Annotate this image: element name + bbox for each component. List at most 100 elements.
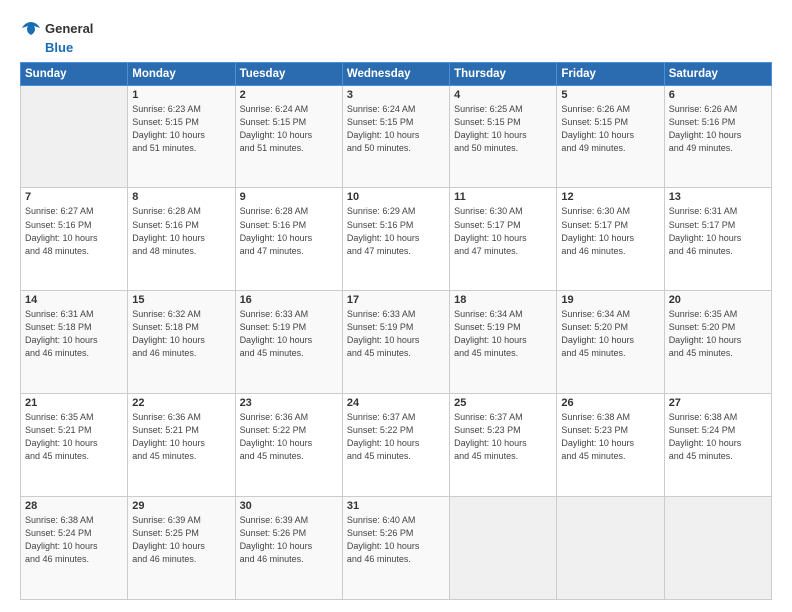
day-number: 14	[25, 294, 123, 306]
calendar-cell: 20 Sunrise: 6:35 AMSunset: 5:20 PMDayligh…	[664, 291, 771, 394]
day-info: Sunrise: 6:35 AMSunset: 5:20 PMDaylight:…	[669, 308, 767, 360]
day-number: 30	[240, 500, 338, 512]
day-info: Sunrise: 6:32 AMSunset: 5:18 PMDaylight:…	[132, 308, 230, 360]
weekday-header-row: SundayMondayTuesdayWednesdayThursdayFrid…	[21, 62, 772, 85]
logo-bird-icon	[20, 18, 42, 40]
day-info: Sunrise: 6:33 AMSunset: 5:19 PMDaylight:…	[347, 308, 445, 360]
day-number: 23	[240, 397, 338, 409]
week-row-1: 1 Sunrise: 6:23 AMSunset: 5:15 PMDaylight…	[21, 85, 772, 188]
week-row-3: 14 Sunrise: 6:31 AMSunset: 5:18 PMDayligh…	[21, 291, 772, 394]
day-info: Sunrise: 6:24 AMSunset: 5:15 PMDaylight:…	[240, 103, 338, 155]
day-info: Sunrise: 6:35 AMSunset: 5:21 PMDaylight:…	[25, 411, 123, 463]
day-number: 11	[454, 191, 552, 203]
calendar-cell: 6 Sunrise: 6:26 AMSunset: 5:16 PMDaylight…	[664, 85, 771, 188]
day-info: Sunrise: 6:36 AMSunset: 5:22 PMDaylight:…	[240, 411, 338, 463]
day-number: 3	[347, 89, 445, 101]
day-number: 17	[347, 294, 445, 306]
weekday-header-sunday: Sunday	[21, 62, 128, 85]
week-row-5: 28Sunrise: 6:38 AMSunset: 5:24 PMDayligh…	[21, 497, 772, 600]
calendar-cell: 1 Sunrise: 6:23 AMSunset: 5:15 PMDaylight…	[128, 85, 235, 188]
calendar-cell: 5 Sunrise: 6:26 AMSunset: 5:15 PMDaylight…	[557, 85, 664, 188]
day-info: Sunrise: 6:30 AMSunset: 5:17 PMDaylight:…	[454, 205, 552, 257]
day-number: 20	[669, 294, 767, 306]
weekday-header-monday: Monday	[128, 62, 235, 85]
day-info: Sunrise: 6:31 AMSunset: 5:17 PMDaylight:…	[669, 205, 767, 257]
calendar-cell: 22 Sunrise: 6:36 AMSunset: 5:21 PMDayligh…	[128, 394, 235, 497]
day-info: Sunrise: 6:26 AMSunset: 5:15 PMDaylight:…	[561, 103, 659, 155]
calendar-cell: 27 Sunrise: 6:38 AMSunset: 5:24 PMDayligh…	[664, 394, 771, 497]
day-number: 29	[132, 500, 230, 512]
day-info: Sunrise: 6:28 AMSunset: 5:16 PMDaylight:…	[240, 205, 338, 257]
calendar-cell: 24Sunrise: 6:37 AMSunset: 5:22 PMDayligh…	[342, 394, 449, 497]
calendar-cell: 12 Sunrise: 6:30 AMSunset: 5:17 PMDayligh…	[557, 188, 664, 291]
calendar-cell: 29 Sunrise: 6:39 AMSunset: 5:25 PMDayligh…	[128, 497, 235, 600]
day-number: 10	[347, 191, 445, 203]
day-info: Sunrise: 6:39 AMSunset: 5:25 PMDaylight:…	[132, 514, 230, 566]
calendar-cell: 23 Sunrise: 6:36 AMSunset: 5:22 PMDayligh…	[235, 394, 342, 497]
day-info: Sunrise: 6:23 AMSunset: 5:15 PMDaylight:…	[132, 103, 230, 155]
day-info: Sunrise: 6:37 AMSunset: 5:23 PMDaylight:…	[454, 411, 552, 463]
day-number: 7	[25, 191, 123, 203]
day-number: 8	[132, 191, 230, 203]
page: General Blue SundayMondayTuesdayWednesda…	[0, 0, 792, 612]
day-info: Sunrise: 6:26 AMSunset: 5:16 PMDaylight:…	[669, 103, 767, 155]
day-number: 13	[669, 191, 767, 203]
weekday-header-friday: Friday	[557, 62, 664, 85]
day-number: 6	[669, 89, 767, 101]
logo: General Blue	[20, 18, 93, 56]
day-number: 28	[25, 500, 123, 512]
calendar-cell: 16 Sunrise: 6:33 AMSunset: 5:19 PMDayligh…	[235, 291, 342, 394]
day-info: Sunrise: 6:24 AMSunset: 5:15 PMDaylight:…	[347, 103, 445, 155]
day-number: 5	[561, 89, 659, 101]
header: General Blue	[20, 18, 772, 56]
weekday-header-wednesday: Wednesday	[342, 62, 449, 85]
calendar-cell: 18Sunrise: 6:34 AMSunset: 5:19 PMDayligh…	[450, 291, 557, 394]
day-number: 9	[240, 191, 338, 203]
calendar-cell	[557, 497, 664, 600]
calendar-cell: 25 Sunrise: 6:37 AMSunset: 5:23 PMDayligh…	[450, 394, 557, 497]
calendar-cell: 17 Sunrise: 6:33 AMSunset: 5:19 PMDayligh…	[342, 291, 449, 394]
calendar-cell	[664, 497, 771, 600]
calendar-cell: 31Sunrise: 6:40 AMSunset: 5:26 PMDayligh…	[342, 497, 449, 600]
day-number: 2	[240, 89, 338, 101]
day-info: Sunrise: 6:38 AMSunset: 5:23 PMDaylight:…	[561, 411, 659, 463]
day-number: 1	[132, 89, 230, 101]
day-info: Sunrise: 6:33 AMSunset: 5:19 PMDaylight:…	[240, 308, 338, 360]
week-row-2: 7Sunrise: 6:27 AMSunset: 5:16 PMDaylight…	[21, 188, 772, 291]
weekday-header-thursday: Thursday	[450, 62, 557, 85]
logo-blue: Blue	[45, 40, 73, 56]
calendar-cell: 10 Sunrise: 6:29 AMSunset: 5:16 PMDayligh…	[342, 188, 449, 291]
day-number: 31	[347, 500, 445, 512]
calendar-cell: 28Sunrise: 6:38 AMSunset: 5:24 PMDayligh…	[21, 497, 128, 600]
day-number: 16	[240, 294, 338, 306]
calendar-cell: 26Sunrise: 6:38 AMSunset: 5:23 PMDayligh…	[557, 394, 664, 497]
calendar-cell: 30Sunrise: 6:39 AMSunset: 5:26 PMDayligh…	[235, 497, 342, 600]
calendar-cell	[21, 85, 128, 188]
day-info: Sunrise: 6:25 AMSunset: 5:15 PMDaylight:…	[454, 103, 552, 155]
day-number: 24	[347, 397, 445, 409]
calendar-cell: 8Sunrise: 6:28 AMSunset: 5:16 PMDaylight…	[128, 188, 235, 291]
calendar-cell: 15Sunrise: 6:32 AMSunset: 5:18 PMDayligh…	[128, 291, 235, 394]
day-number: 12	[561, 191, 659, 203]
logo-container: General Blue	[20, 18, 93, 56]
weekday-header-saturday: Saturday	[664, 62, 771, 85]
day-number: 22	[132, 397, 230, 409]
day-info: Sunrise: 6:36 AMSunset: 5:21 PMDaylight:…	[132, 411, 230, 463]
day-info: Sunrise: 6:31 AMSunset: 5:18 PMDaylight:…	[25, 308, 123, 360]
calendar-cell: 11 Sunrise: 6:30 AMSunset: 5:17 PMDayligh…	[450, 188, 557, 291]
day-info: Sunrise: 6:34 AMSunset: 5:19 PMDaylight:…	[454, 308, 552, 360]
day-info: Sunrise: 6:30 AMSunset: 5:17 PMDaylight:…	[561, 205, 659, 257]
calendar-table: SundayMondayTuesdayWednesdayThursdayFrid…	[20, 62, 772, 600]
weekday-header-tuesday: Tuesday	[235, 62, 342, 85]
calendar-cell: 14 Sunrise: 6:31 AMSunset: 5:18 PMDayligh…	[21, 291, 128, 394]
day-number: 25	[454, 397, 552, 409]
day-number: 27	[669, 397, 767, 409]
day-info: Sunrise: 6:38 AMSunset: 5:24 PMDaylight:…	[669, 411, 767, 463]
day-info: Sunrise: 6:34 AMSunset: 5:20 PMDaylight:…	[561, 308, 659, 360]
day-info: Sunrise: 6:29 AMSunset: 5:16 PMDaylight:…	[347, 205, 445, 257]
day-number: 4	[454, 89, 552, 101]
calendar-cell: 13 Sunrise: 6:31 AMSunset: 5:17 PMDayligh…	[664, 188, 771, 291]
week-row-4: 21Sunrise: 6:35 AMSunset: 5:21 PMDayligh…	[21, 394, 772, 497]
calendar-cell: 3 Sunrise: 6:24 AMSunset: 5:15 PMDaylight…	[342, 85, 449, 188]
calendar-cell: 19Sunrise: 6:34 AMSunset: 5:20 PMDayligh…	[557, 291, 664, 394]
